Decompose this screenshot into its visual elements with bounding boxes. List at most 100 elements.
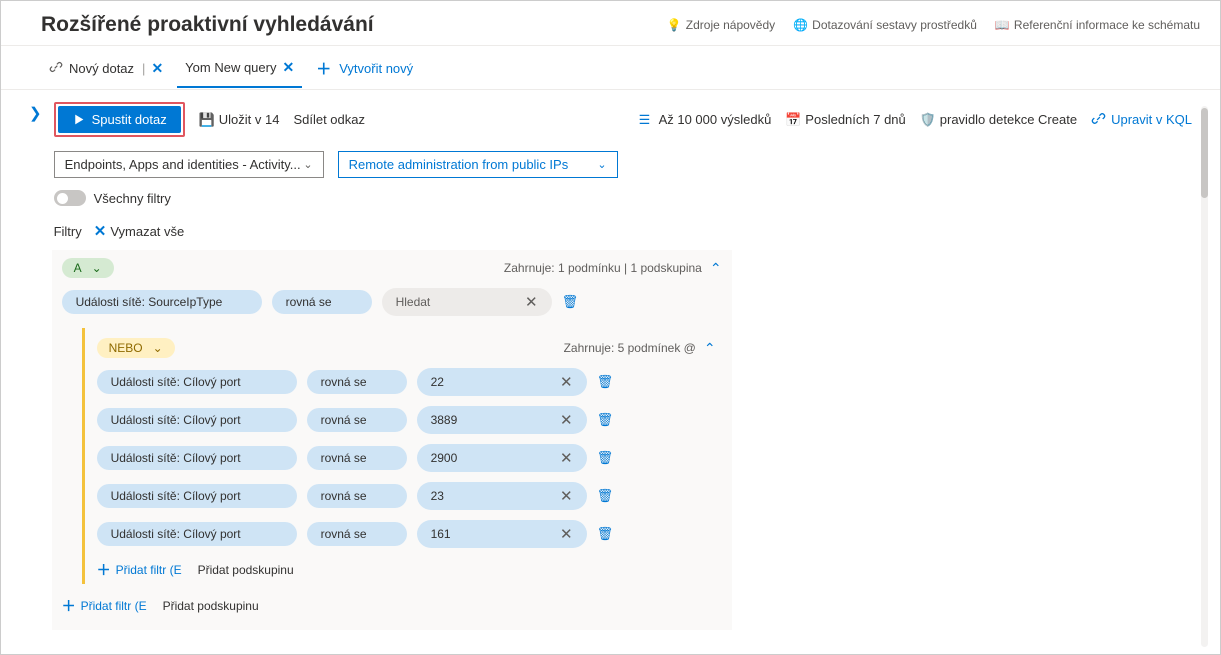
results-limit[interactable]: ☰ Až 10 000 výsledků: [639, 112, 772, 127]
close-icon[interactable]: ✕: [151, 60, 163, 77]
operator-pill[interactable]: rovná se: [307, 370, 407, 394]
field-pill[interactable]: Události sítě: SourceIpType: [62, 290, 262, 314]
add-subgroup-label: Přidat podskupinu: [198, 563, 294, 577]
value-text: 161: [431, 527, 451, 541]
delete-icon[interactable]: 🗑: [597, 374, 614, 390]
clear-icon[interactable]: ✕: [560, 449, 573, 467]
add-filter-button[interactable]: ＋ Přidat filtr (E: [62, 596, 147, 616]
field-pill[interactable]: Události sítě: Cílový port: [97, 484, 297, 508]
condition-port: Události sítě: Cílový port rovná se 23 ✕ 🗑: [97, 482, 716, 510]
condition-sourceip: Události sítě: SourceIpType rovná se Hle…: [62, 288, 722, 316]
value-pill[interactable]: 23 ✕: [417, 482, 587, 510]
time-range-label: Posledních 7 dnů: [805, 112, 905, 127]
tab-create-new[interactable]: ＋ Vytvořit nový: [308, 50, 421, 89]
field-pill[interactable]: Události sítě: Cílový port: [97, 370, 297, 394]
page-title: Rozšířené proaktivní vyhledávání: [41, 13, 667, 37]
filters-header: Filtry ✕ Vymazat vše: [52, 216, 1212, 250]
field-pill[interactable]: Události sítě: Cílový port: [97, 522, 297, 546]
add-filter-label: Přidat filtr (E: [116, 563, 182, 577]
help-link[interactable]: 💡 Zdroje nápovědy: [667, 18, 775, 33]
add-filter-button[interactable]: ＋ Přidat filtr (E: [97, 560, 182, 580]
delete-icon[interactable]: 🗑: [597, 526, 614, 542]
group-or-summary: Zahrnuje: 5 podmínek @: [564, 341, 696, 355]
query-tabs: Nový dotaz | ✕ Yom New query ✕ ＋ Vytvoři…: [1, 46, 1220, 90]
group-add-row: ＋ Přidat filtr (E Přidat podskupinu: [62, 596, 722, 616]
link-icon: [49, 60, 63, 77]
clear-icon[interactable]: ✕: [560, 487, 573, 505]
value-text: 22: [431, 375, 444, 389]
field-pill[interactable]: Události sítě: Cílový port: [97, 408, 297, 432]
clear-icon[interactable]: ✕: [560, 373, 573, 391]
add-subgroup-button[interactable]: Přidat podskupinu: [163, 599, 259, 613]
schema-reference-link[interactable]: 📖 Referenční informace ke schématu: [995, 18, 1200, 33]
operator-pill[interactable]: rovná se: [307, 446, 407, 470]
value-input[interactable]: Hledat ✕: [382, 288, 552, 316]
group-a-label: A: [74, 261, 82, 275]
delete-icon[interactable]: 🗑: [597, 488, 614, 504]
edit-in-kql[interactable]: Upravit v KQL: [1091, 111, 1192, 129]
delete-icon[interactable]: 🗑: [562, 294, 579, 310]
save-button[interactable]: 💾 Uložit v 14: [199, 112, 280, 127]
template-dropdown-label: Remote administration from public IPs: [349, 157, 569, 172]
subgroup-or: NEBO ⌄ Zahrnuje: 5 podmínek @ ⌃ Události…: [82, 328, 722, 584]
delete-icon[interactable]: 🗑: [597, 450, 614, 466]
collapse-icon[interactable]: ⌃: [704, 340, 716, 357]
chevron-down-icon: ⌄: [597, 158, 606, 171]
value-pill[interactable]: 3889✕: [417, 406, 587, 434]
plus-icon: ＋: [97, 560, 111, 580]
clear-icon[interactable]: ✕: [525, 293, 538, 311]
add-filter-label: Přidat filtr (E: [81, 599, 147, 613]
create-detection-rule[interactable]: 🛡️ pravidlo detekce Create: [920, 112, 1077, 127]
calendar-icon: 📅: [785, 112, 800, 127]
group-or-operator[interactable]: NEBO ⌄: [97, 338, 175, 358]
activity-dropdown[interactable]: Endpoints, Apps and identities - Activit…: [54, 151, 324, 178]
close-icon[interactable]: ✕: [282, 59, 294, 76]
group-or-label: NEBO: [109, 341, 143, 355]
value-pill[interactable]: 2900✕: [417, 444, 587, 472]
condition-port: Události sítě: Cílový port rovná se 3889✕ 🗑: [97, 406, 716, 434]
plus-icon: ＋: [316, 58, 331, 79]
operator-pill[interactable]: rovná se: [307, 522, 407, 546]
chevron-down-icon: ⌄: [92, 261, 102, 275]
value-text: 23: [431, 489, 444, 503]
page-header: Rozšířené proaktivní vyhledávání 💡 Zdroj…: [1, 1, 1220, 46]
add-subgroup-button[interactable]: Přidat podskupinu: [198, 563, 294, 577]
value-pill[interactable]: 161 ✕: [417, 520, 587, 548]
tab-new-query-1[interactable]: Nový dotaz | ✕: [41, 52, 171, 87]
share-link-button[interactable]: Sdílet odkaz: [293, 112, 365, 127]
content-area: ❯ Spustit dotaz 💾 Uložit v 14 Sdílet odk…: [1, 90, 1220, 653]
dropdown-row: Endpoints, Apps and identities - Activit…: [52, 147, 1212, 188]
clear-icon[interactable]: ✕: [560, 525, 573, 543]
resource-queries-link[interactable]: 🌐 Dotazování sestavy prostředků: [793, 18, 977, 33]
schema-reference-label: Referenční informace ke schématu: [1014, 18, 1200, 32]
collapse-icon[interactable]: ⌃: [710, 260, 722, 277]
value-pill[interactable]: 22 ✕: [417, 368, 587, 396]
globe-icon: 🌐: [793, 18, 808, 33]
plus-icon: ＋: [62, 596, 76, 616]
value-placeholder: Hledat: [396, 295, 431, 309]
time-range[interactable]: 📅 Posledních 7 dnů: [785, 112, 905, 127]
operator-pill[interactable]: rovná se: [307, 408, 407, 432]
operator-pill[interactable]: rovná se: [272, 290, 372, 314]
help-link-label: Zdroje nápovědy: [686, 18, 775, 32]
template-dropdown[interactable]: Remote administration from public IPs ⌄: [338, 151, 618, 178]
port-conditions: Události sítě: Cílový portrovná se22✕🗑Ud…: [97, 368, 716, 548]
condition-port: Události sítě: Cílový port rovná se 22 ✕ 🗑: [97, 368, 716, 396]
all-filters-row: Všechny filtry: [52, 188, 1212, 216]
tab-yom-new-query[interactable]: Yom New query ✕: [177, 51, 302, 88]
clear-icon[interactable]: ✕: [560, 411, 573, 429]
operator-pill[interactable]: rovná se: [307, 484, 407, 508]
chevron-down-icon: ⌄: [303, 158, 312, 171]
tab-separator: |: [142, 61, 145, 76]
scrollbar[interactable]: [1201, 106, 1208, 647]
delete-icon[interactable]: 🗑: [597, 412, 614, 428]
clear-all-button[interactable]: ✕ Vymazat vše: [94, 222, 185, 240]
field-pill[interactable]: Události sítě: Cílový port: [97, 446, 297, 470]
group-a-operator[interactable]: A ⌄: [62, 258, 114, 278]
shield-icon: 🛡️: [920, 112, 935, 127]
run-query-button[interactable]: Spustit dotaz: [58, 106, 181, 133]
all-filters-toggle[interactable]: [54, 190, 86, 206]
sidebar-expander[interactable]: ❯: [21, 100, 52, 653]
subgroup-add-row: ＋ Přidat filtr (E Přidat podskupinu: [97, 560, 716, 580]
condition-port: Události sítě: Cílový port rovná se 161 ✕ 🗑: [97, 520, 716, 548]
